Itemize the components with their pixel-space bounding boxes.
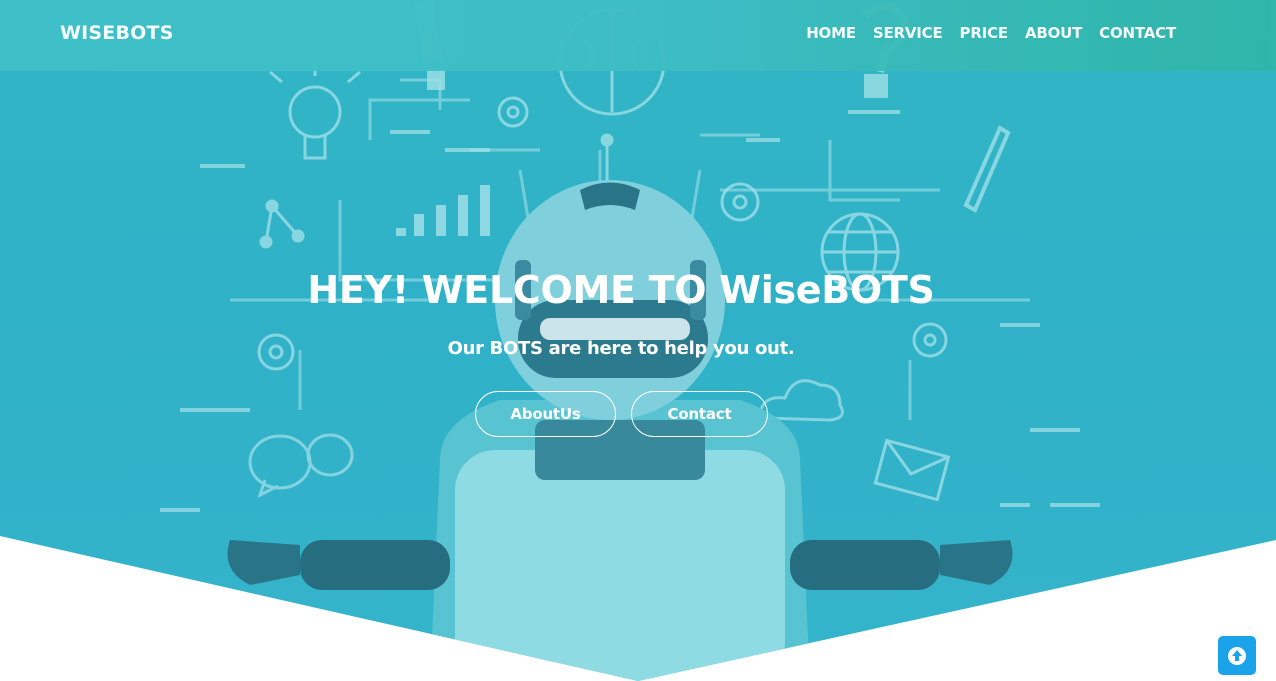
hero-section: WISEBOTS HOME SERVICE PRICE ABOUT CONTAC… <box>0 0 1276 681</box>
nav-home-link[interactable]: HOME <box>806 24 856 42</box>
contact-button[interactable]: Contact <box>631 391 768 437</box>
nav-service-link[interactable]: SERVICE <box>873 24 943 42</box>
about-us-button[interactable]: AboutUs <box>475 391 616 437</box>
nav-contact-link[interactable]: CONTACT <box>1099 24 1176 42</box>
brand-logo[interactable]: WISEBOTS <box>60 22 174 44</box>
nav-about-link[interactable]: ABOUT <box>1025 24 1082 42</box>
back-to-top-button[interactable] <box>1218 636 1256 675</box>
navbar: WISEBOTS HOME SERVICE PRICE ABOUT CONTAC… <box>0 0 1276 71</box>
nav-price-link[interactable]: PRICE <box>960 24 1009 42</box>
hero-subtitle: Our BOTS are here to help you out. <box>447 338 795 359</box>
hero-title: HEY! WELCOME TO WiseBOTS <box>307 268 935 312</box>
main-nav: HOME SERVICE PRICE ABOUT CONTACT <box>806 24 1176 42</box>
arrow-up-icon <box>1228 646 1246 665</box>
